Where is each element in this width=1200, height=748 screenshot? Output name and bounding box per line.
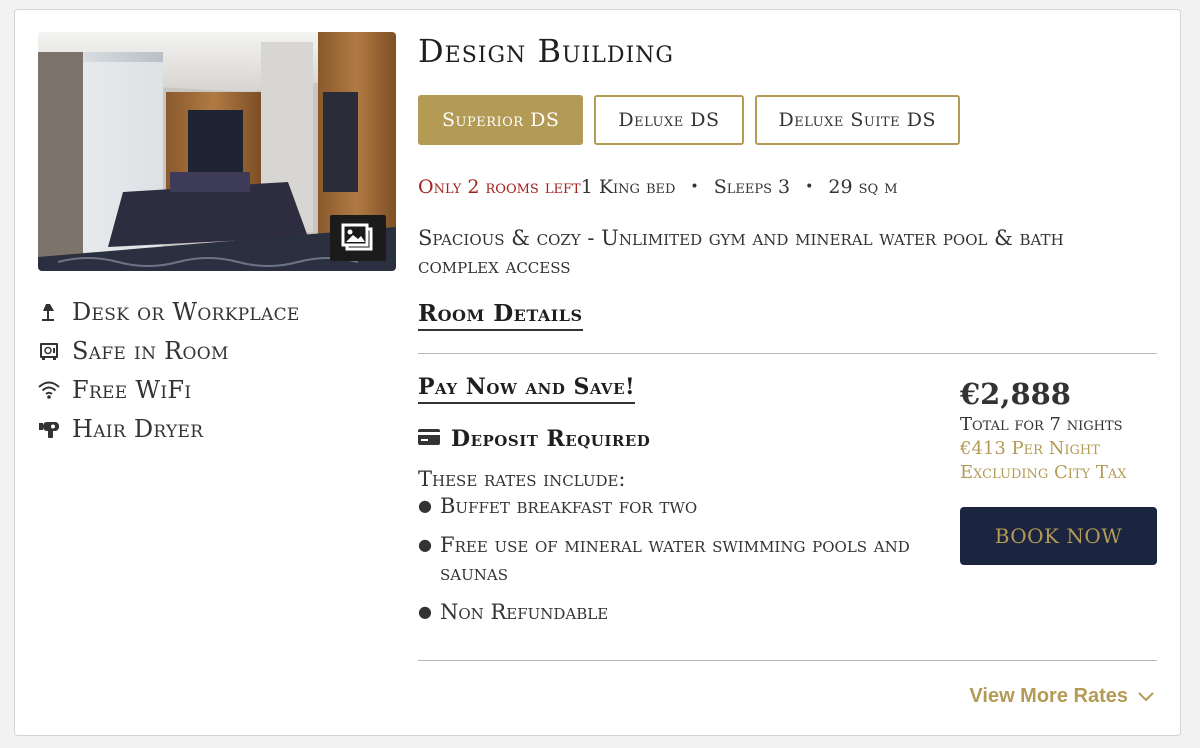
amenity-label: Desk or Workplace	[72, 297, 300, 326]
list-item: ● Free use of mineral water swimming pool…	[418, 531, 953, 587]
desk-lamp-icon	[38, 301, 60, 323]
divider	[418, 660, 1157, 661]
view-more-rates-label: View More Rates	[969, 685, 1128, 707]
per-night-price: €413 Per Night	[960, 438, 1100, 459]
amenity-label: Hair Dryer	[72, 414, 204, 443]
amenity-label: Safe in Room	[72, 336, 229, 365]
tab-deluxe-suite-ds[interactable]: Deluxe Suite DS	[754, 95, 960, 145]
sleeps-count: Sleeps 3	[713, 176, 791, 198]
amenity-item: Desk or Workplace	[38, 292, 300, 331]
credit-card-icon	[418, 429, 440, 449]
room-type-tabs: Superior DS Deluxe DS Deluxe Suite DS	[418, 95, 960, 145]
list-item: ● Non Refundable	[418, 600, 609, 624]
room-description: Spacious & cozy - Unlimited gym and mine…	[418, 226, 1064, 278]
view-more-rates-link[interactable]: View More Rates	[969, 685, 1154, 708]
book-now-button[interactable]: BOOK NOW	[960, 507, 1157, 565]
room-size: 29 sq m	[828, 176, 898, 198]
include-text: Free use of mineral water swimming pools…	[440, 533, 910, 585]
divider	[418, 353, 1157, 354]
list-item: ● Buffet breakfast for two	[418, 494, 698, 518]
includes-label: These rates include:	[418, 467, 626, 491]
city-tax-note: Excluding City Tax	[960, 462, 1127, 483]
separator-dot: •	[690, 179, 699, 195]
total-price: €2,888	[960, 377, 1071, 411]
tab-superior-ds[interactable]: Superior DS	[418, 95, 584, 145]
total-nights-label: Total for 7 nights	[960, 414, 1123, 435]
wifi-icon	[38, 379, 60, 401]
deposit-label: Deposit Required	[451, 426, 651, 452]
amenity-item: Free WiFi	[38, 370, 300, 409]
room-details-link[interactable]: Room Details	[418, 300, 583, 331]
separator-dot: •	[805, 179, 814, 195]
include-text: Buffet breakfast for two	[440, 494, 698, 518]
amenity-list: Desk or Workplace Safe in Room Free WiFi…	[38, 292, 300, 448]
amenity-item: Safe in Room	[38, 331, 300, 370]
room-card: Desk or Workplace Safe in Room Free WiFi…	[14, 9, 1181, 736]
hair-dryer-icon	[38, 418, 60, 440]
safe-icon	[38, 340, 60, 362]
rate-heading: Pay Now and Save!	[418, 374, 636, 404]
deposit-notice: Deposit Required	[418, 426, 650, 452]
availability-alert: Only 2 rooms left	[418, 176, 581, 198]
room-meta: Only 2 rooms left 1 King bed • Sleeps 3 …	[418, 176, 898, 198]
room-photo[interactable]	[38, 32, 396, 271]
building-title: Design Building	[418, 32, 674, 70]
include-text: Non Refundable	[440, 600, 609, 624]
bed-type: 1 King bed	[580, 176, 676, 198]
amenity-item: Hair Dryer	[38, 409, 300, 448]
tab-deluxe-ds[interactable]: Deluxe DS	[594, 95, 744, 145]
rate-includes-list: ● Buffet breakfast for two ● Free use of m…	[418, 492, 953, 637]
image-gallery-icon[interactable]	[330, 215, 386, 261]
amenity-label: Free WiFi	[72, 375, 192, 404]
chevron-down-icon	[1138, 691, 1154, 702]
